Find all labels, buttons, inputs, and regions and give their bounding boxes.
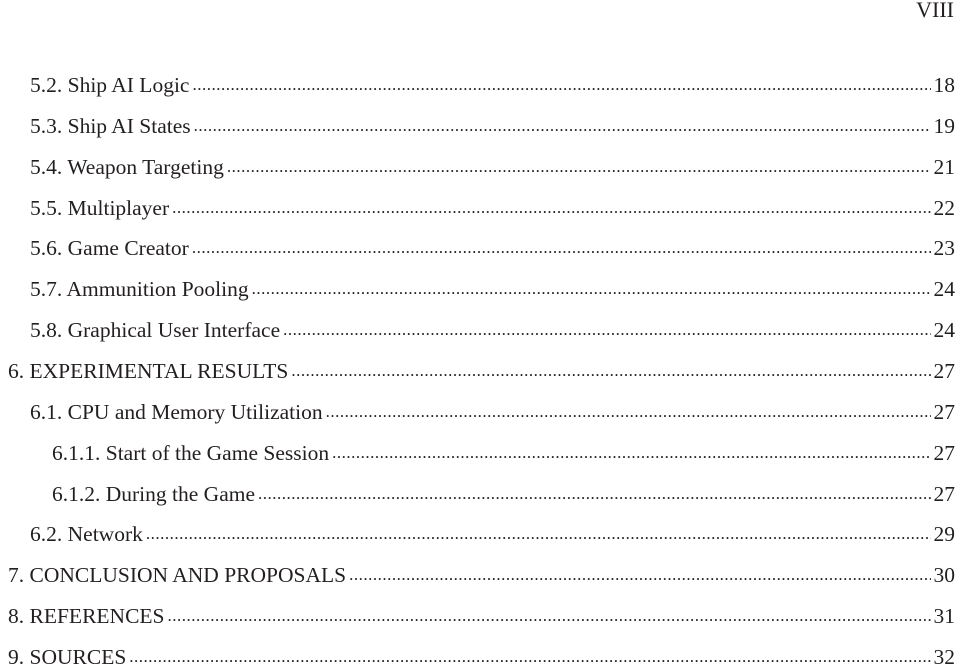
- toc-entry[interactable]: 5.8. Graphical User Interface 24: [30, 317, 955, 343]
- toc-entry[interactable]: 9. SOURCES 32: [8, 644, 955, 670]
- toc-entry-title: 6.1. CPU and Memory Utilization: [30, 399, 323, 424]
- toc-entry-title: 5.5. Multiplayer: [30, 195, 170, 220]
- toc-entry-page: 18: [933, 73, 956, 97]
- toc-entry[interactable]: 6.1.1. Start of the Game Session 27: [52, 440, 955, 466]
- dot-leader: [172, 195, 930, 221]
- toc-entry-page: 23: [933, 236, 956, 261]
- toc-entry[interactable]: 5.6. Game Creator 23: [30, 235, 955, 261]
- dot-leader: [192, 72, 930, 98]
- toc-entry[interactable]: 6. EXPERIMENTAL RESULTS 27: [8, 358, 955, 384]
- toc-entry-page: 24: [933, 277, 956, 302]
- toc-entry-page: 30: [933, 563, 956, 588]
- toc-entry-title: 5.3. Ship AI States: [30, 113, 191, 138]
- toc-entry-title: 5.2. Ship AI Logic: [30, 73, 190, 97]
- toc-entry-title: 5.8. Graphical User Interface: [30, 318, 281, 343]
- dot-leader: [146, 521, 931, 547]
- dot-leader: [168, 603, 931, 629]
- dot-leader: [129, 644, 930, 670]
- toc-entry-page: 21: [933, 154, 956, 179]
- toc-entry-title: 6.1.1. Start of the Game Session: [52, 440, 330, 465]
- toc-entry[interactable]: 6.2. Network 29: [30, 521, 955, 547]
- page-number: VIII: [916, 0, 954, 22]
- toc-entry-title: 8. REFERENCES: [8, 604, 165, 629]
- toc-entry-page: 19: [933, 113, 956, 138]
- toc-entry-title: 6.1.2. During the Game: [52, 481, 256, 506]
- toc-entry[interactable]: 5.7. Ammunition Pooling 24: [30, 276, 955, 302]
- toc-entry-title: 5.6. Game Creator: [30, 236, 189, 261]
- toc-entry-page: 29: [933, 522, 956, 547]
- toc-entry-page: 27: [933, 440, 956, 465]
- toc-entry-title: 7. CONCLUSION AND PROPOSALS: [8, 563, 347, 588]
- toc-entry-page: 24: [933, 318, 956, 343]
- dot-leader: [326, 399, 931, 425]
- toc-entry[interactable]: 5.4. Weapon Targeting 21: [30, 154, 955, 180]
- toc-entry-page: 27: [933, 399, 956, 424]
- toc-entry[interactable]: 8. REFERENCES 31: [8, 603, 955, 629]
- toc-entry[interactable]: 5.2. Ship AI Logic 18: [30, 72, 955, 98]
- toc-entry[interactable]: 5.3. Ship AI States 19: [30, 113, 955, 139]
- dot-leader: [252, 276, 931, 302]
- toc-entry-page: 27: [933, 481, 956, 506]
- dot-leader: [194, 113, 931, 139]
- toc-entry-title: 5.4. Weapon Targeting: [30, 154, 224, 179]
- dot-leader: [283, 317, 930, 343]
- toc-entry-title: 5.7. Ammunition Pooling: [30, 277, 249, 302]
- dot-leader: [349, 562, 930, 588]
- toc-entry-page: 22: [933, 195, 956, 220]
- toc-entry-title: 9. SOURCES: [8, 644, 127, 669]
- toc-entry[interactable]: 5.5. Multiplayer 22: [30, 195, 955, 221]
- dot-leader: [192, 235, 931, 261]
- dot-leader: [332, 440, 930, 466]
- dot-leader: [258, 481, 930, 507]
- toc-entry-page: 27: [933, 358, 956, 383]
- dot-leader: [291, 358, 930, 384]
- toc-entry-page: 32: [933, 644, 956, 669]
- toc-entry[interactable]: 6.1. CPU and Memory Utilization 27: [30, 399, 955, 425]
- toc-entry[interactable]: 7. CONCLUSION AND PROPOSALS 30: [8, 562, 955, 588]
- toc-entry[interactable]: 6.1.2. During the Game 27: [52, 481, 955, 507]
- toc-entry-page: 31: [933, 604, 956, 629]
- dot-leader: [227, 154, 931, 180]
- toc-entry-title: 6. EXPERIMENTAL RESULTS: [8, 358, 289, 383]
- toc-entry-title: 6.2. Network: [30, 522, 143, 547]
